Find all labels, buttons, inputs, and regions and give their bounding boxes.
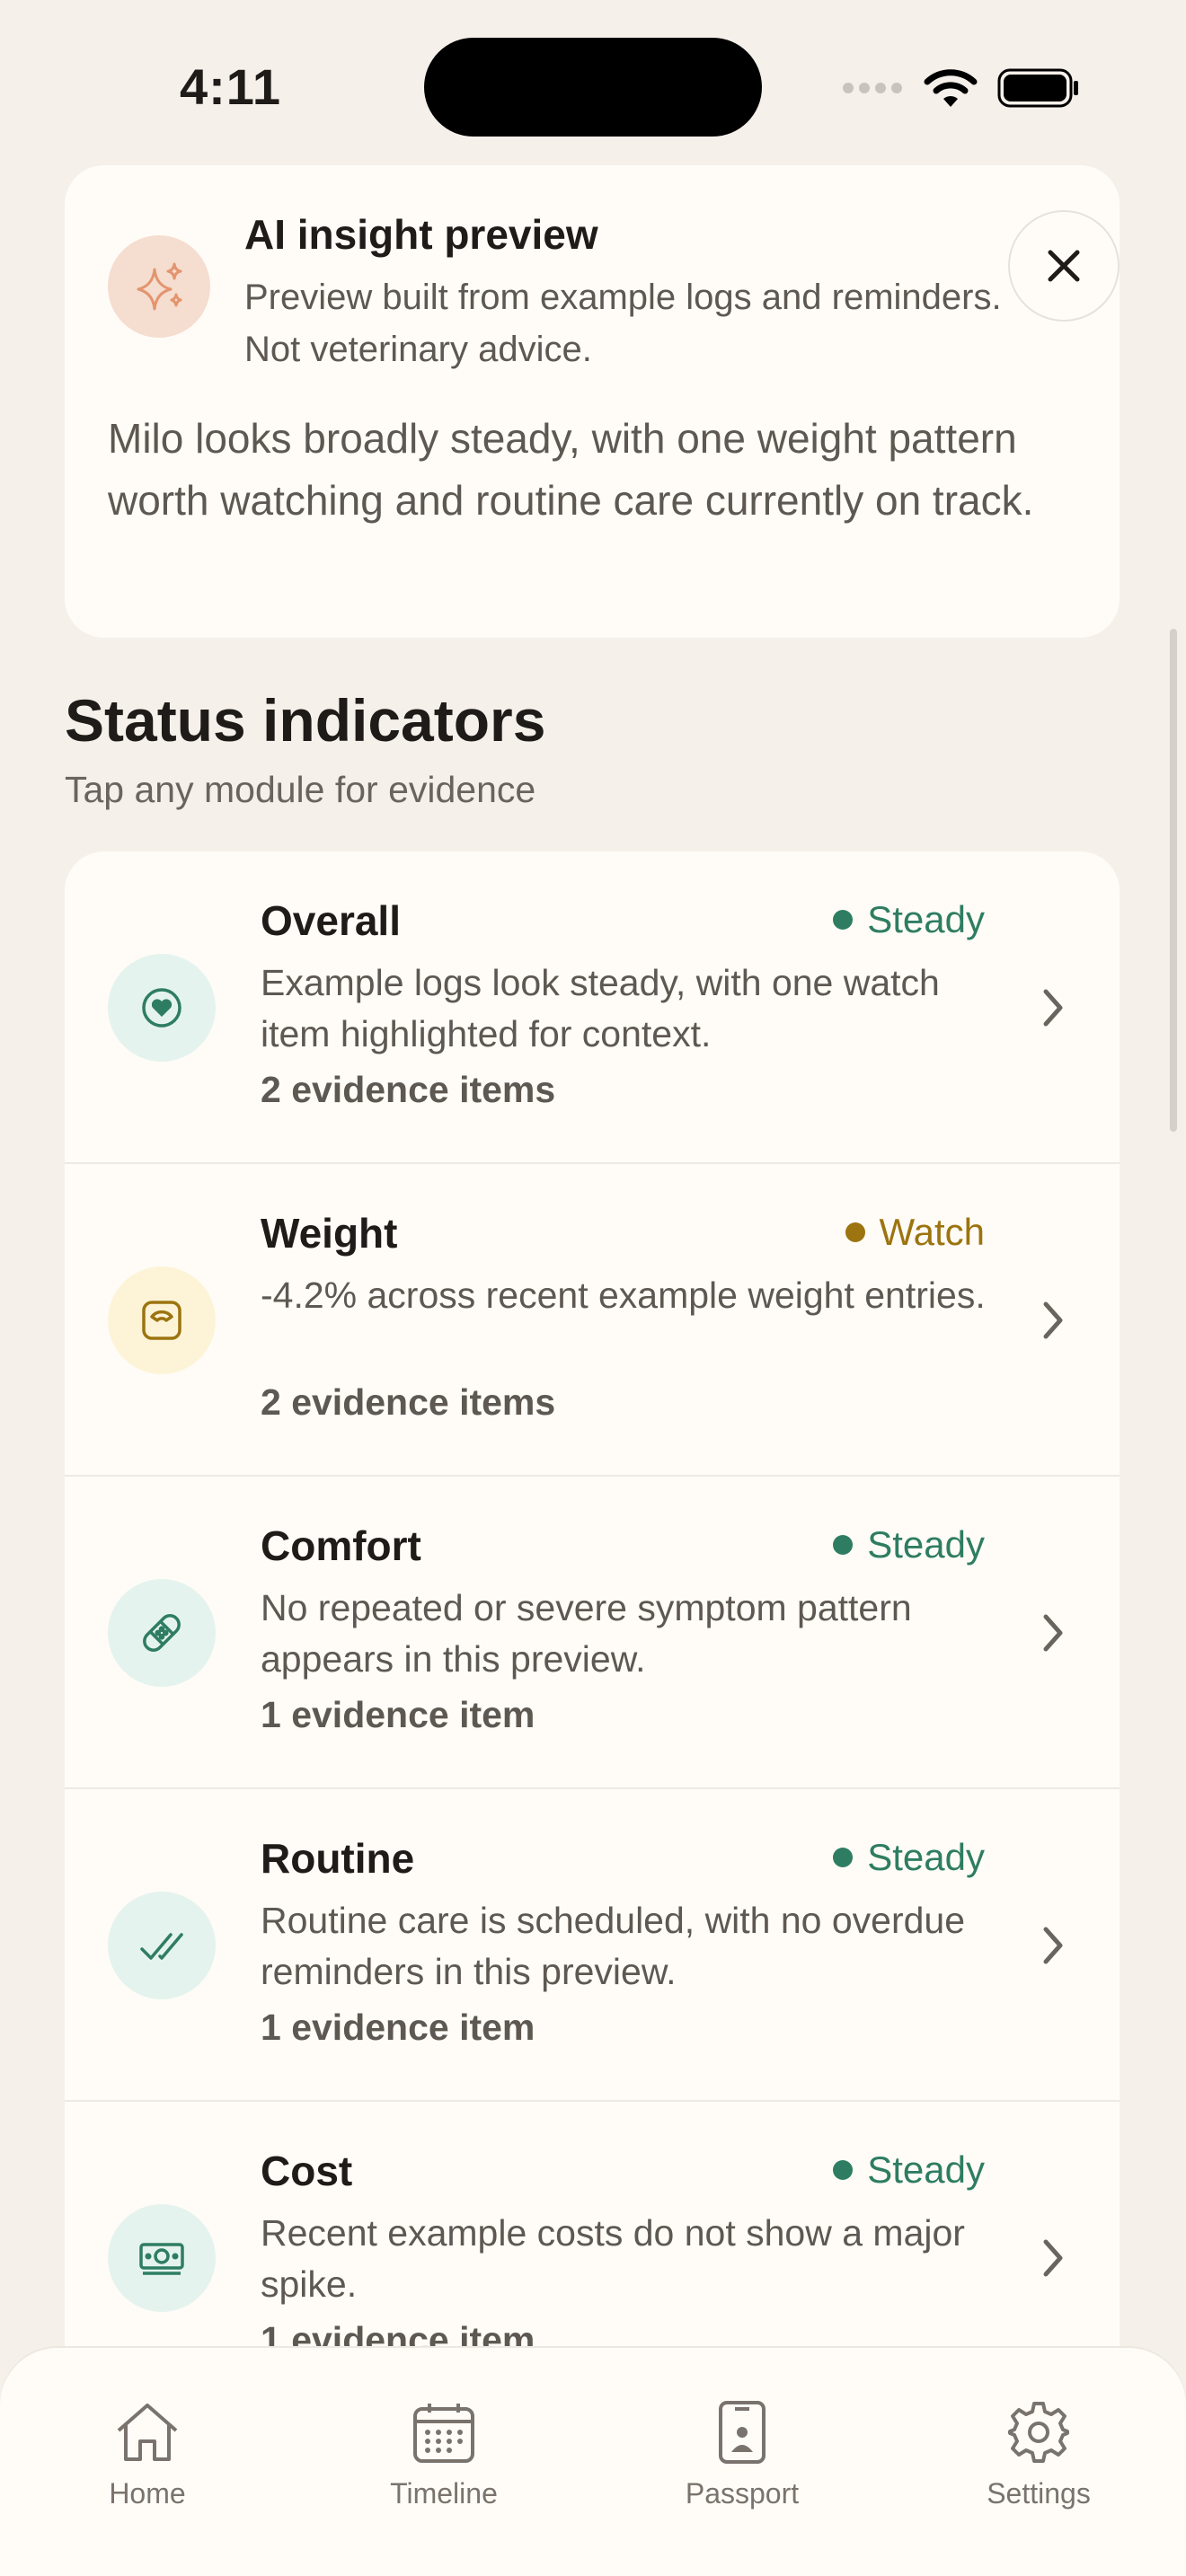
bandage-icon	[108, 1579, 216, 1687]
scale-icon	[108, 1266, 216, 1374]
module-description: Recent example costs do not show a major…	[261, 2212, 965, 2305]
double-check-icon	[108, 1892, 216, 1999]
status-badge: Steady	[833, 898, 985, 941]
chevron-right-icon	[1043, 1301, 1063, 1339]
chevron-right-icon	[1043, 2239, 1063, 2277]
dynamic-island	[424, 38, 762, 137]
battery-icon	[997, 68, 1078, 108]
module-description: -4.2% across recent example weight entri…	[261, 1275, 986, 1316]
module-title: Overall	[261, 897, 401, 944]
module-evidence-count: 2 evidence items	[261, 1069, 556, 1110]
insight-body: Milo looks broadly steady, with one weig…	[108, 415, 1034, 524]
status-bar: 4:11	[0, 0, 1186, 162]
chevron-right-icon	[1043, 1927, 1063, 1964]
passport-icon	[719, 2401, 766, 2464]
tab-passport[interactable]: Passport	[652, 2400, 832, 2510]
module-title: Weight	[261, 1210, 398, 1257]
section-title: Status indicators	[65, 687, 546, 754]
module-description: No repeated or severe symptom pattern ap…	[261, 1587, 912, 1680]
status-badge: Steady	[833, 2148, 985, 2192]
status-badge: Steady	[833, 1836, 985, 1879]
status-icons	[841, 63, 1080, 113]
ai-insight-card: AI insight preview Preview built from ex…	[65, 165, 1120, 638]
tab-label: Passport	[685, 2477, 800, 2510]
chevron-right-icon	[1043, 989, 1063, 1027]
wifi-icon	[924, 69, 978, 107]
status-indicators-card: Overall Steady Example logs look steady,…	[65, 851, 1120, 2378]
module-title: Comfort	[261, 1522, 421, 1569]
module-evidence-count: 1 evidence item	[261, 2007, 535, 2048]
sparkles-icon	[108, 235, 210, 338]
tab-settings[interactable]: Settings	[949, 2400, 1128, 2510]
tab-bar: Home Timeline Passport Settings	[0, 2348, 1186, 2576]
close-icon	[1048, 250, 1080, 282]
module-evidence-count: 2 evidence items	[261, 1381, 556, 1423]
tab-label: Settings	[987, 2477, 1091, 2510]
close-button[interactable]	[1008, 210, 1120, 322]
section-subtitle: Tap any module for evidence	[65, 769, 536, 810]
tab-home[interactable]: Home	[58, 2400, 237, 2510]
module-evidence-count: 1 evidence item	[261, 1694, 535, 1735]
status-badge: Steady	[833, 1523, 985, 1566]
module-routine[interactable]: Routine Steady Routine care is scheduled…	[65, 1789, 1120, 2102]
tab-timeline[interactable]: Timeline	[354, 2400, 534, 2510]
home-icon	[117, 2404, 178, 2461]
tab-label: Timeline	[390, 2477, 498, 2510]
chevron-right-icon	[1043, 1614, 1063, 1652]
module-description: Example logs look steady, with one watch…	[261, 962, 940, 1054]
module-comfort[interactable]: Comfort Steady No repeated or severe sym…	[65, 1477, 1120, 1789]
module-description: Routine care is scheduled, with no overd…	[261, 1900, 966, 1992]
module-cost[interactable]: Cost Steady Recent example costs do not …	[65, 2102, 1120, 2378]
heart-shield-icon	[108, 954, 216, 1062]
module-title: Routine	[261, 1835, 415, 1882]
scroll-indicator[interactable]	[1170, 629, 1177, 1132]
gear-icon	[1008, 2402, 1069, 2463]
banknote-icon	[108, 2204, 216, 2312]
cellular-signal-icon	[843, 83, 902, 93]
insight-subtitle: Preview built from example logs and remi…	[244, 278, 1002, 369]
status-time: 4:11	[180, 58, 281, 115]
tab-label: Home	[109, 2477, 186, 2510]
module-weight[interactable]: Weight Watch -4.2% across recent example…	[65, 1164, 1120, 1477]
status-badge: Watch	[845, 1211, 985, 1254]
insight-title: AI insight preview	[244, 211, 598, 258]
calendar-icon	[413, 2404, 474, 2463]
module-title: Cost	[261, 2148, 353, 2194]
module-overall[interactable]: Overall Steady Example logs look steady,…	[65, 851, 1120, 1164]
